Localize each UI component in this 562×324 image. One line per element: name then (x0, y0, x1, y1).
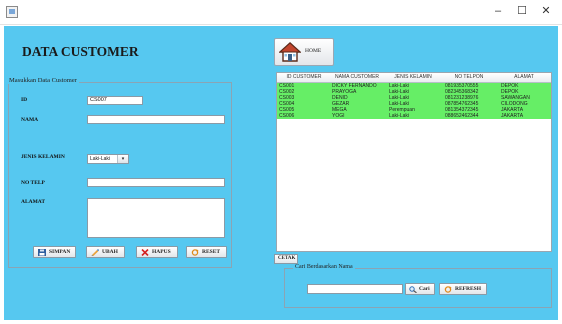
column-header[interactable]: NO TELPON (441, 74, 497, 80)
cari-label: Cari (419, 286, 430, 292)
jenis-kelamin-select[interactable]: Laki-Laki ▾ (87, 154, 129, 164)
table-cell: JAKARTA (501, 113, 524, 119)
cetak-label: CETAK (278, 256, 296, 261)
table-row[interactable]: CS006 YOGI Laki-Laki 088652462344 JAKART… (277, 113, 551, 119)
nama-field[interactable] (87, 115, 225, 124)
column-header[interactable]: ID CUSTOMER (279, 74, 329, 80)
jenis-kelamin-label: JENIS KELAMIN (21, 154, 65, 160)
main-panel: DATA CUSTOMER HOME Masukkan Data Custome… (4, 26, 558, 320)
hapus-button[interactable]: HAPUS (136, 246, 178, 258)
edit-icon (91, 249, 99, 256)
home-button[interactable]: HOME (274, 38, 334, 66)
jenis-kelamin-value: Laki-Laki (90, 156, 111, 162)
search-input[interactable] (307, 284, 403, 294)
refresh-button[interactable]: REFRESH (439, 283, 487, 295)
search-panel: Cari Berdasarkan Nama Cari REFRESH (284, 264, 552, 308)
close-button[interactable]: ✕ (536, 3, 556, 19)
refresh-icon (191, 249, 199, 256)
maximize-button[interactable]: ☐ (512, 3, 532, 19)
alamat-textarea[interactable] (87, 198, 225, 238)
simpan-button[interactable]: SIMPAN (33, 246, 76, 258)
app-icon (6, 6, 18, 18)
search-legend: Cari Berdasarkan Nama (293, 264, 355, 270)
customer-table[interactable]: ID CUSTOMER NAMA CUSTOMER JENIS KELAMIN … (276, 72, 552, 252)
table-cell: YOGI (332, 113, 345, 119)
refresh-icon (444, 286, 452, 293)
ubah-label: UBAH (102, 249, 118, 255)
nama-label: NAMA (21, 117, 39, 123)
reset-button[interactable]: RESET (186, 246, 227, 258)
alamat-label: ALAMAT (21, 199, 46, 205)
table-header: ID CUSTOMER NAMA CUSTOMER JENIS KELAMIN … (277, 73, 551, 83)
table-cell: CS006 (279, 113, 295, 119)
table-cell: 088652462344 (445, 113, 479, 119)
simpan-label: SIMPAN (49, 249, 71, 255)
column-header[interactable]: JENIS KELAMIN (385, 74, 441, 80)
hapus-label: HAPUS (152, 249, 171, 255)
save-icon (38, 249, 46, 256)
cetak-button[interactable]: CETAK (274, 254, 298, 264)
refresh-label: REFRESH (455, 286, 481, 292)
no-telp-field[interactable] (87, 178, 225, 187)
column-header[interactable]: NAMA CUSTOMER (329, 74, 385, 80)
ubah-button[interactable]: UBAH (86, 246, 125, 258)
home-button-label: HOME (305, 48, 322, 54)
title-bar: – ☐ ✕ (0, 0, 562, 25)
delete-icon (141, 249, 149, 256)
form-legend: Masukkan Data Customer (7, 77, 79, 84)
chevron-down-icon[interactable]: ▾ (117, 155, 128, 163)
table-cell: Laki-Laki (389, 113, 410, 119)
cari-button[interactable]: Cari (405, 283, 435, 295)
no-telp-label: NO TELP (21, 180, 45, 186)
column-header[interactable]: ALAMAT (497, 74, 551, 80)
search-icon (409, 286, 417, 293)
minimize-button[interactable]: – (488, 3, 508, 19)
id-label: ID (21, 97, 28, 103)
customer-form: Masukkan Data Customer ID CS007 NAMA JEN… (7, 77, 232, 268)
reset-label: RESET (202, 249, 221, 255)
id-field[interactable]: CS007 (87, 96, 143, 105)
page-title: DATA CUSTOMER (22, 44, 139, 59)
home-icon (279, 42, 301, 62)
